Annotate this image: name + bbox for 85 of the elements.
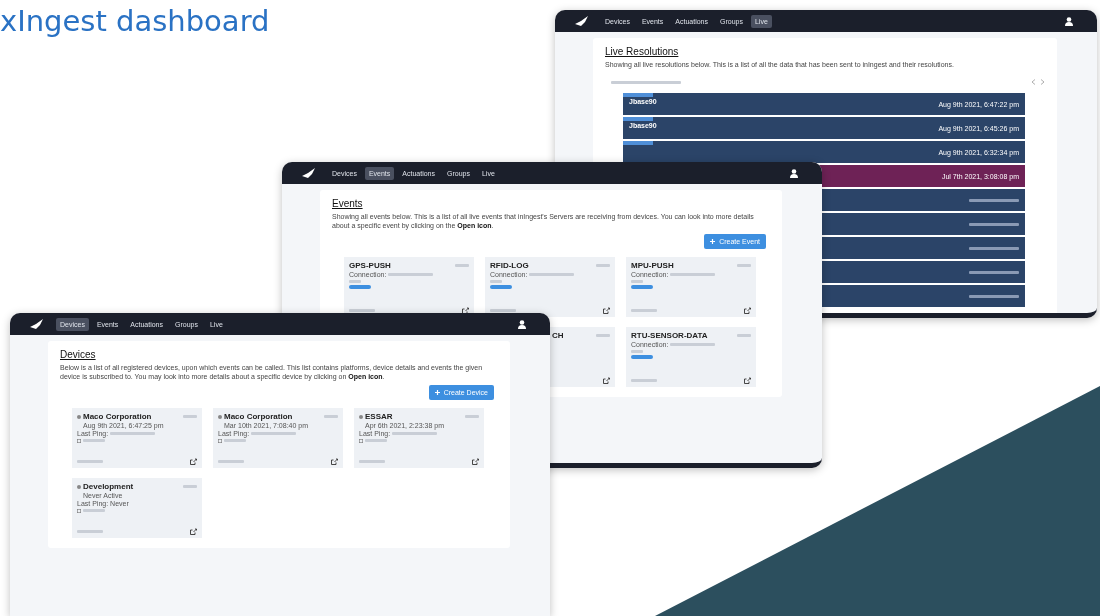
status-dot-icon: [359, 414, 363, 419]
blurred-text-line: [490, 309, 516, 312]
card-title: GPS-PUSH: [349, 261, 391, 270]
card-title: ESSAR: [365, 412, 393, 421]
blurred-text-line: [737, 334, 751, 337]
chevron-left-icon: [1031, 79, 1036, 85]
type-tag: [623, 141, 653, 145]
bird-logo-icon: [30, 319, 44, 329]
id-icon: [77, 438, 81, 443]
status-dot-icon: [77, 414, 81, 419]
id-icon: [359, 438, 363, 443]
plus-icon: [710, 239, 716, 244]
blurred-text-line: [349, 309, 375, 312]
user-icon: [790, 168, 798, 178]
blurred-text-line: [324, 415, 338, 418]
blurred-text-line: [183, 415, 197, 418]
blurred-text-line: [611, 80, 681, 84]
blurred-text-line: [596, 264, 610, 267]
blurred-text-line: [359, 460, 385, 463]
blurred-text-line: [631, 350, 643, 353]
blurred-text-line: [969, 270, 1019, 274]
blurred-text-line: [110, 432, 156, 435]
id-icon: [218, 438, 222, 443]
blurred-text-line: [83, 439, 105, 442]
user-icon: [1065, 16, 1073, 26]
external-link-icon: [190, 458, 197, 465]
blurred-text-line: [455, 264, 469, 267]
external-link-icon: [472, 458, 479, 465]
blurred-text-line: [77, 460, 103, 463]
blurred-text-line: [392, 432, 438, 435]
blurred-text-line: [388, 273, 434, 276]
external-link-icon: [603, 377, 610, 384]
blurred-text-line: [349, 280, 361, 283]
card-title: CH: [552, 331, 564, 340]
page-heading: Devices: [60, 349, 97, 360]
type-pill: [631, 355, 653, 359]
id-icon: [77, 508, 81, 513]
blurred-text-line: [596, 334, 610, 337]
page-heading: Live Resolutions: [605, 46, 680, 57]
blurred-text-line: [631, 379, 657, 382]
blurred-text-line: [631, 309, 657, 312]
blurred-text-line: [218, 460, 244, 463]
blurred-text-line: [969, 246, 1019, 250]
card-title: Development: [83, 482, 134, 491]
plus-icon: [434, 390, 440, 395]
blurred-text-line: [224, 439, 246, 442]
type-pill: [349, 285, 371, 289]
card-title: RFID-LOG: [490, 261, 529, 270]
bird-logo-icon: [575, 16, 589, 26]
user-icon: [518, 319, 526, 329]
external-link-icon: [462, 307, 469, 314]
type-tag: [623, 117, 653, 121]
external-link-icon: [744, 377, 751, 384]
blurred-text-line: [251, 432, 297, 435]
card-title: MPU-PUSH: [631, 261, 674, 270]
page-title: xIngest dashboard: [0, 4, 270, 38]
blurred-text-line: [969, 294, 1019, 298]
bird-logo-icon: [302, 168, 316, 178]
card-title: Maco Corporation: [83, 412, 152, 421]
chevron-right-icon: [1040, 79, 1045, 85]
blurred-text-line: [365, 439, 387, 442]
blurred-text-line: [670, 273, 716, 276]
status-dot-icon: [77, 484, 81, 489]
blurred-text-line: [490, 280, 502, 283]
status-dot-icon: [218, 414, 222, 419]
type-tag: [623, 93, 653, 97]
type-pill: [631, 285, 653, 289]
blurred-text-line: [737, 264, 751, 267]
external-link-icon: [744, 307, 751, 314]
external-link-icon: [331, 458, 338, 465]
blurred-text-line: [670, 343, 716, 346]
blurred-text-line: [465, 415, 479, 418]
external-link-icon: [190, 528, 197, 535]
external-link-icon: [603, 307, 610, 314]
blurred-text-line: [529, 273, 575, 276]
blurred-text-line: [969, 198, 1019, 202]
blurred-text-line: [183, 485, 197, 488]
card-title: Maco Corporation: [224, 412, 293, 421]
blurred-text-line: [969, 222, 1019, 226]
blurred-text-line: [77, 530, 103, 533]
page-heading: Events: [332, 198, 364, 209]
blurred-text-line: [631, 280, 643, 283]
blurred-text-line: [83, 509, 105, 512]
card-title: RTU-SENSOR-DATA: [631, 331, 708, 340]
type-pill: [490, 285, 512, 289]
